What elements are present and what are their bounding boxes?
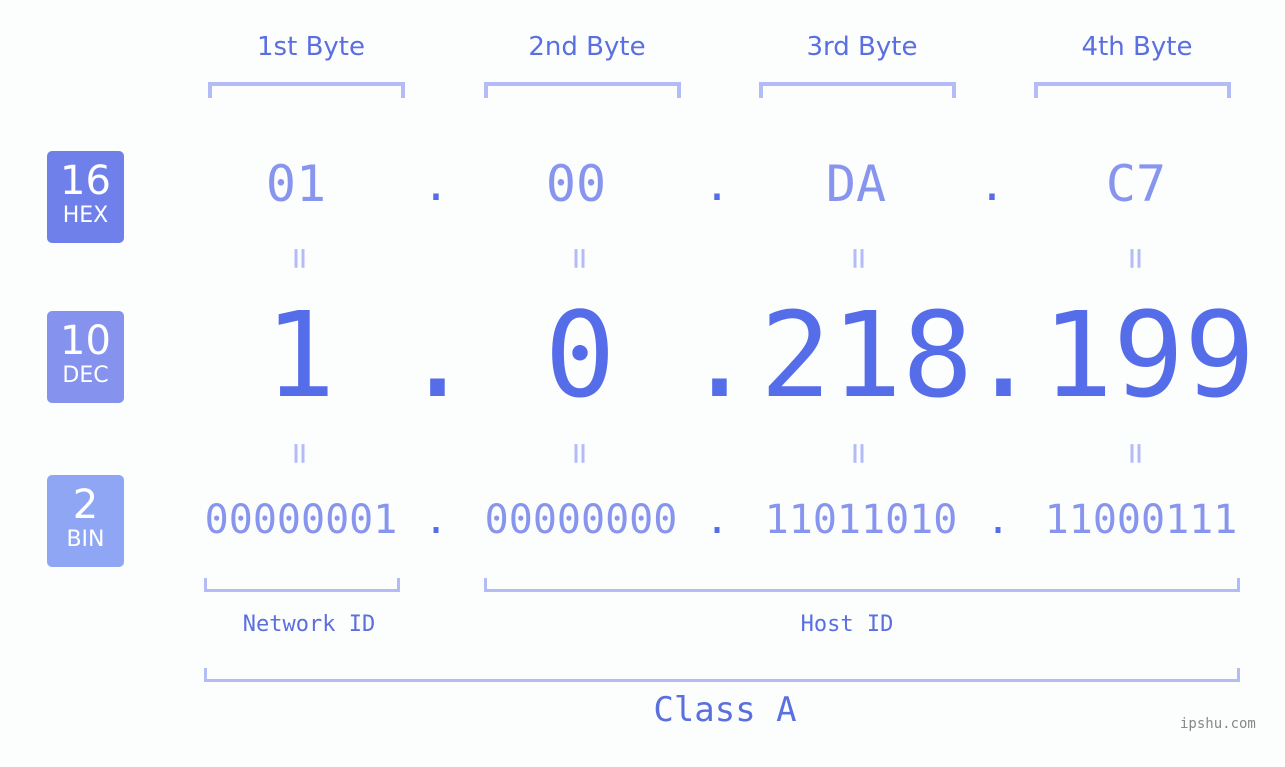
bin-byte-4: 11000111 (1044, 497, 1238, 543)
hex-dot-2: . (703, 160, 731, 211)
hex-byte-1: 01 (265, 155, 327, 213)
byte-header-1: 1st Byte (257, 32, 365, 62)
byte-bracket-2 (484, 82, 681, 98)
bin-dot-3: . (985, 497, 1011, 543)
hex-badge-number: 16 (60, 158, 111, 204)
dec-badge-label: DEC (62, 363, 109, 388)
bin-dot-1: . (423, 497, 449, 543)
byte-bracket-3 (759, 82, 956, 98)
bin-badge-label: BIN (66, 527, 105, 552)
bin-byte-2: 00000000 (484, 497, 678, 543)
equals-dec-bin-2: = (559, 442, 601, 465)
hex-badge-label: HEX (62, 203, 109, 228)
equals-dec-bin-4: = (1115, 442, 1157, 465)
class-bracket (204, 668, 1240, 682)
hex-byte-2: 00 (545, 155, 607, 213)
bin-badge-number: 2 (72, 482, 99, 528)
network-id-bracket (204, 578, 400, 592)
equals-hex-dec-2: = (559, 247, 601, 270)
byte-bracket-4 (1034, 82, 1231, 98)
dec-dot-3: . (968, 286, 1040, 424)
bin-badge: 2 BIN (47, 475, 124, 567)
host-id-label: Host ID (800, 612, 894, 637)
class-label: Class A (653, 690, 797, 730)
dec-badge: 10 DEC (47, 311, 124, 403)
byte-header-4: 4th Byte (1081, 32, 1193, 62)
equals-hex-dec-3: = (838, 247, 880, 270)
byte-header-3: 3rd Byte (806, 32, 918, 62)
bin-byte-1: 00000001 (204, 497, 398, 543)
byte-header-2: 2nd Byte (528, 32, 646, 62)
byte-bracket-1 (208, 82, 405, 98)
equals-hex-dec-4: = (1115, 247, 1157, 270)
bin-byte-3: 11011010 (764, 497, 958, 543)
dec-badge-number: 10 (60, 318, 111, 364)
dec-dot-2: . (684, 286, 756, 424)
dec-byte-4: 199 (1042, 286, 1256, 424)
watermark: ipshu.com (1180, 716, 1256, 732)
hex-byte-3: DA (825, 155, 887, 213)
hex-dot-1: . (422, 160, 450, 211)
equals-dec-bin-1: = (279, 442, 321, 465)
hex-byte-4: C7 (1105, 155, 1167, 213)
network-id-label: Network ID (242, 612, 376, 637)
dec-dot-1: . (402, 286, 474, 424)
bin-dot-2: . (704, 497, 730, 543)
equals-dec-bin-3: = (838, 442, 880, 465)
equals-hex-dec-1: = (279, 247, 321, 270)
host-id-bracket (484, 578, 1240, 592)
dec-byte-2: 0 (544, 286, 616, 424)
hex-dot-3: . (978, 160, 1006, 211)
dec-byte-1: 1 (264, 286, 336, 424)
hex-badge: 16 HEX (47, 151, 124, 243)
dec-byte-3: 218 (760, 286, 974, 424)
